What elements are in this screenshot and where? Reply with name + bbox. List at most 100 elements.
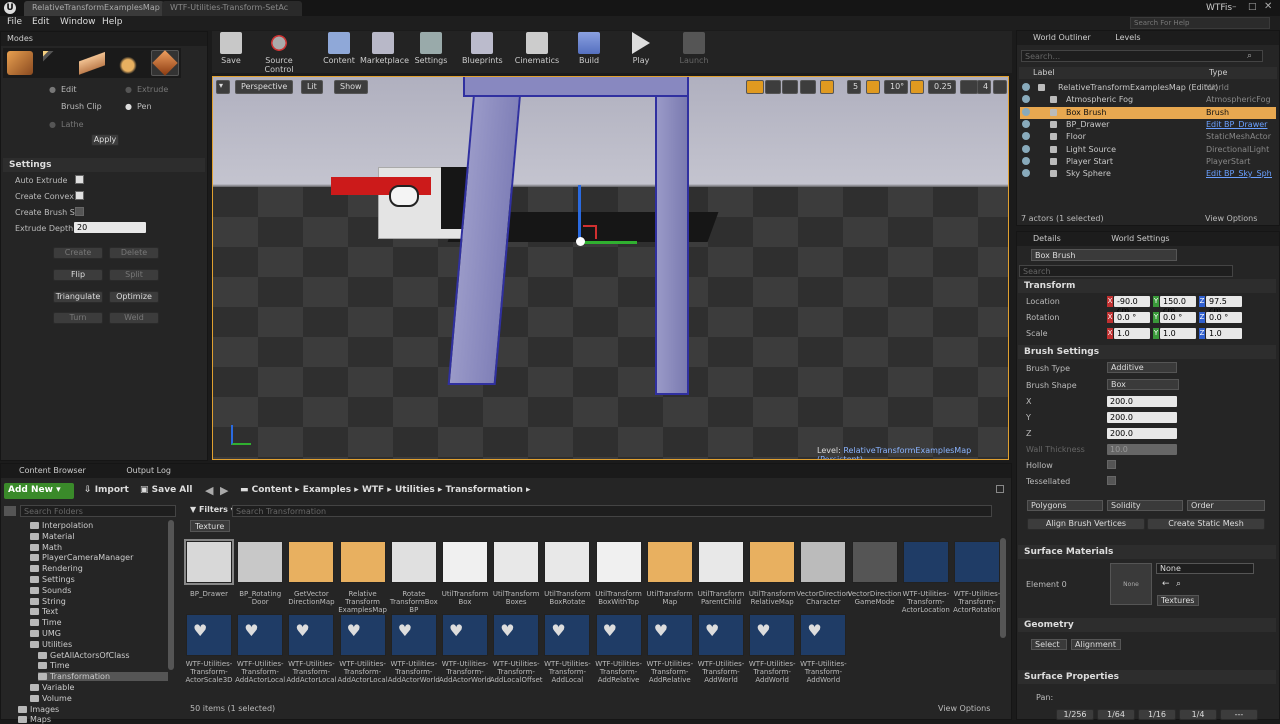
- launch-button[interactable]: Launch: [678, 32, 710, 65]
- source-control-button[interactable]: Source Control: [250, 32, 308, 74]
- folder-item[interactable]: Images: [18, 705, 59, 714]
- scale-z-field[interactable]: 1.0: [1206, 328, 1242, 339]
- textures-select[interactable]: Textures: [1157, 595, 1199, 606]
- asset-thumbnail[interactable]: [390, 541, 437, 583]
- asset-thumbnail[interactable]: [851, 541, 898, 583]
- content-view-options[interactable]: View Options: [938, 704, 990, 713]
- align-brush-vertices-button[interactable]: Align Brush Vertices: [1027, 518, 1145, 530]
- asset-scrollbar[interactable]: [1000, 538, 1006, 638]
- filters-button[interactable]: ▼ Filters ▾: [190, 505, 235, 514]
- paint-mode-icon[interactable]: [43, 51, 69, 75]
- add-new-button[interactable]: Add New ▾: [4, 483, 74, 499]
- rotation-snap-icon[interactable]: [866, 80, 880, 94]
- outliner-row[interactable]: BP_Drawer Edit BP_Drawer: [1020, 119, 1276, 131]
- delete-button[interactable]: Delete: [109, 247, 159, 259]
- polygons-select[interactable]: Polygons: [1027, 500, 1103, 511]
- content-button[interactable]: Content: [322, 32, 356, 65]
- breadcrumb-separator-icon[interactable]: ▸: [435, 485, 446, 495]
- menu-help[interactable]: Help: [102, 17, 123, 27]
- visibility-eye-icon[interactable]: [1022, 107, 1030, 116]
- folder-item[interactable]: Variable: [30, 683, 74, 692]
- asset-thumbnail[interactable]: ♥: [595, 614, 642, 656]
- tab-content-browser[interactable]: Content Browser: [19, 466, 86, 475]
- breadcrumb-item[interactable]: Examples: [303, 485, 351, 495]
- create-brush-checkbox[interactable]: [75, 207, 84, 216]
- asset-thumbnail[interactable]: [184, 539, 234, 585]
- wall-thickness-field[interactable]: 10.0: [1107, 444, 1177, 455]
- visibility-eye-icon[interactable]: [1022, 95, 1030, 104]
- breadcrumb-separator-icon[interactable]: ▸: [384, 485, 395, 495]
- rotation-snap-value[interactable]: 10°: [884, 80, 908, 94]
- asset-thumbnail[interactable]: [339, 541, 386, 583]
- rotation-y-field[interactable]: 0.0 °: [1160, 312, 1196, 323]
- breadcrumb-separator-icon[interactable]: ▸: [523, 485, 531, 495]
- col-type[interactable]: Type: [1209, 68, 1227, 77]
- blueprints-button[interactable]: Blueprints: [462, 32, 503, 65]
- brush-y-field[interactable]: 200.0: [1107, 412, 1177, 423]
- scale-label[interactable]: Scale: [1026, 329, 1048, 338]
- folder-item[interactable]: Material: [30, 532, 75, 541]
- folder-item[interactable]: Interpolation: [30, 521, 93, 530]
- hollow-checkbox[interactable]: [1107, 460, 1116, 469]
- asset-thumbnail[interactable]: ♥: [698, 614, 744, 656]
- pen-radio-icon[interactable]: ●: [125, 102, 132, 111]
- rotate-mode-icon[interactable]: [765, 80, 781, 94]
- asset-thumbnail[interactable]: ♥: [237, 614, 284, 656]
- asset-thumbnail[interactable]: ♥: [339, 614, 386, 656]
- pan-button[interactable]: ---: [1220, 709, 1258, 720]
- visibility-eye-icon[interactable]: [1022, 169, 1030, 178]
- breadcrumb-item[interactable]: Utilities: [395, 485, 435, 495]
- visibility-eye-icon[interactable]: [1022, 119, 1030, 128]
- asset-thumbnail[interactable]: [442, 541, 488, 583]
- box-brush-top-beam[interactable]: [463, 77, 689, 97]
- folder-scrollbar[interactable]: [168, 520, 174, 670]
- folder-item[interactable]: Math: [30, 543, 62, 552]
- create-convex-checkbox[interactable]: [75, 191, 84, 200]
- maximize-icon[interactable]: □: [1248, 2, 1258, 12]
- tab-levels[interactable]: Levels: [1115, 33, 1140, 42]
- visibility-eye-icon[interactable]: [1022, 132, 1030, 141]
- texture-filter-chip[interactable]: Texture: [190, 520, 230, 532]
- cinematics-button[interactable]: Cinematics: [514, 32, 560, 65]
- apply-button[interactable]: Apply: [91, 134, 119, 146]
- outliner-row[interactable]: Floor StaticMeshActor: [1020, 131, 1276, 143]
- create-button[interactable]: Create: [53, 247, 103, 259]
- folder-item[interactable]: String: [30, 597, 66, 606]
- grid-snap-icon[interactable]: [820, 80, 834, 94]
- geometry-header[interactable]: Geometry: [1018, 618, 1276, 632]
- selected-actor-name[interactable]: Box Brush: [1031, 249, 1177, 261]
- maximize-viewport-icon[interactable]: [993, 80, 1007, 94]
- asset-thumbnail[interactable]: ♥: [646, 614, 693, 656]
- asset-thumbnail[interactable]: [493, 541, 540, 583]
- asset-thumbnail[interactable]: ♥: [186, 614, 232, 656]
- foliage-mode-icon[interactable]: [115, 51, 141, 75]
- weld-button[interactable]: Weld: [109, 312, 159, 324]
- outliner-search-input[interactable]: Search...: [1021, 50, 1263, 62]
- asset-thumbnail[interactable]: [595, 541, 642, 583]
- asset-thumbnail[interactable]: [698, 541, 744, 583]
- location-label[interactable]: Location: [1026, 297, 1060, 306]
- tab-details[interactable]: Details: [1033, 234, 1061, 243]
- material-select[interactable]: None: [1156, 563, 1254, 574]
- surface-properties-header[interactable]: Surface Properties: [1018, 670, 1276, 684]
- surface-materials-header[interactable]: Surface Materials: [1018, 545, 1276, 559]
- pan-button[interactable]: 1/4: [1179, 709, 1217, 720]
- location-y-field[interactable]: 150.0 cm: [1160, 296, 1196, 315]
- minimize-icon[interactable]: –: [1232, 2, 1242, 12]
- asset-thumbnail[interactable]: [902, 541, 949, 583]
- folder-item[interactable]: UMG: [30, 629, 61, 638]
- material-thumbnail[interactable]: None: [1110, 563, 1152, 605]
- asset-thumbnail[interactable]: [646, 541, 693, 583]
- outliner-row[interactable]: Sky Sphere Edit BP_Sky_Sphe: [1020, 168, 1276, 180]
- outliner-row[interactable]: Atmospheric Fog AtmosphericFog: [1020, 94, 1276, 106]
- col-label[interactable]: Label: [1033, 68, 1055, 77]
- pan-button[interactable]: 1/16: [1138, 709, 1176, 720]
- auto-extrude-checkbox[interactable]: [75, 175, 84, 184]
- pen-radio-label[interactable]: Pen: [137, 102, 152, 111]
- asset-thumbnail[interactable]: ♥: [493, 614, 540, 656]
- translate-mode-icon[interactable]: [746, 80, 764, 94]
- visibility-eye-icon[interactable]: [1022, 83, 1030, 91]
- edit-radio-label[interactable]: Edit: [61, 85, 77, 94]
- outliner-row-type[interactable]: Edit BP_Drawer: [1206, 120, 1272, 129]
- location-x-field[interactable]: -90.0 cm: [1114, 296, 1150, 315]
